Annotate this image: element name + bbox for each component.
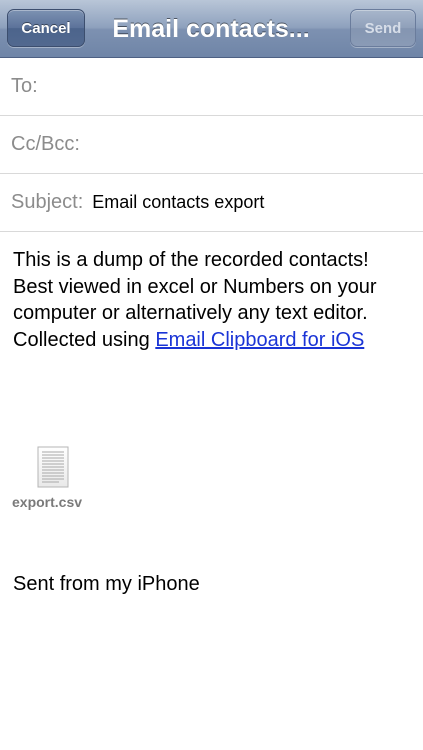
page-title: Email contacts...: [112, 14, 310, 43]
to-label: To:: [11, 75, 38, 97]
send-button[interactable]: Send: [350, 9, 416, 47]
compose-email-screen: Cancel Email contacts... Send To: Cc/Bcc…: [0, 0, 423, 750]
subject-field[interactable]: Subject: Email contacts export: [0, 174, 423, 232]
signature: Sent from my iPhone: [13, 573, 200, 595]
subject-label: Subject:: [11, 191, 84, 213]
cc-bcc-label: Cc/Bcc:: [11, 133, 80, 155]
navigation-bar: Cancel Email contacts... Send: [0, 0, 423, 58]
message-body[interactable]: This is a dump of the recorded contacts!…: [13, 247, 413, 353]
subject-input[interactable]: Email contacts export: [92, 192, 264, 213]
document-icon: [37, 446, 69, 488]
attachment-filename: export.csv: [12, 494, 83, 510]
attachment[interactable]: export.csv: [12, 446, 94, 516]
to-field[interactable]: To:: [0, 58, 423, 116]
cc-bcc-field[interactable]: Cc/Bcc:: [0, 116, 423, 174]
cancel-button[interactable]: Cancel: [7, 9, 85, 47]
email-clipboard-link[interactable]: Email Clipboard for iOS: [155, 329, 364, 351]
